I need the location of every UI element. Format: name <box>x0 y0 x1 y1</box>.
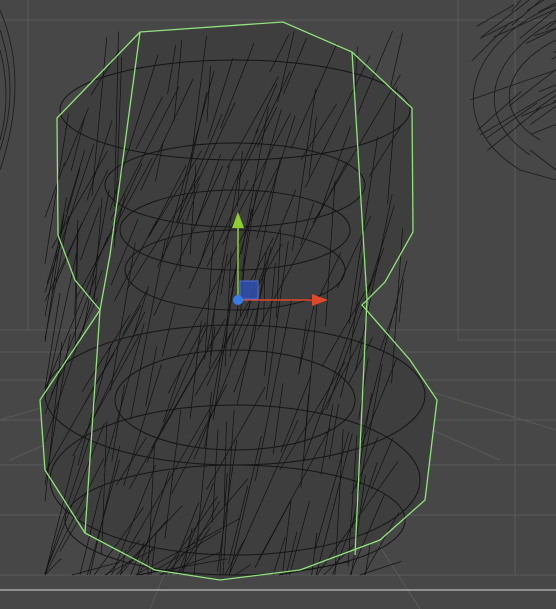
xy-plane-handle[interactable] <box>239 280 259 300</box>
scene-viewport[interactable] <box>0 0 556 609</box>
scene-canvas[interactable] <box>0 0 556 609</box>
left-mesh[interactable] <box>0 9 16 171</box>
right-mesh[interactable] <box>469 0 556 181</box>
z-axis-handle[interactable] <box>233 295 243 305</box>
